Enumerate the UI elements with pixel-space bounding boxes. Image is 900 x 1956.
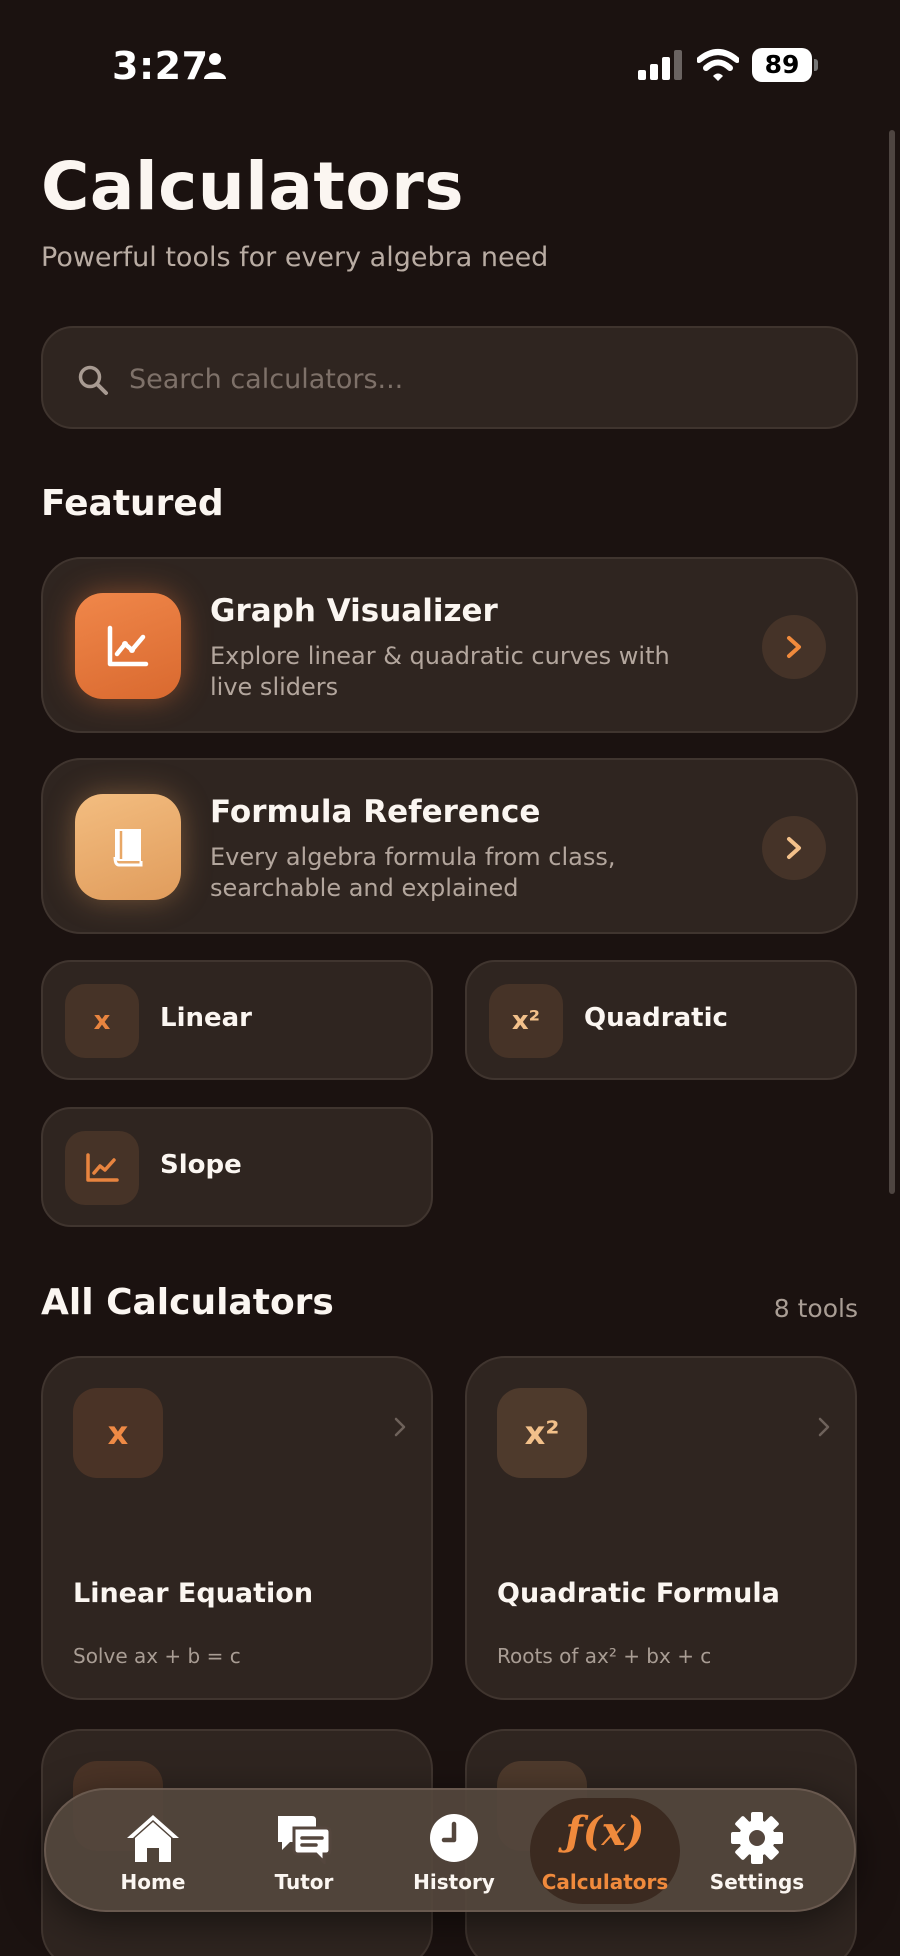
formula-reference-description: Every algebra formula from class, search… [210, 843, 616, 902]
graph-visualizer-arrow-button[interactable] [762, 615, 826, 679]
slope-icon-tile [65, 1131, 139, 1205]
chevron-right-icon [787, 837, 801, 859]
clock-icon [430, 1814, 478, 1862]
linear-equation-description: Solve ax + b = c [73, 1644, 241, 1668]
chevron-right-icon [818, 1417, 830, 1437]
status-time: 3:27 [112, 44, 209, 88]
quadratic-quick-label: Quadratic [584, 1003, 728, 1033]
chart-line-icon [107, 625, 149, 667]
tools-count: 8 tools [773, 1294, 858, 1323]
tab-calculators-label: Calculators [541, 1870, 669, 1894]
slope-quick-card[interactable]: Slope [41, 1107, 433, 1227]
linear-quick-card[interactable]: x Linear [41, 960, 433, 1080]
quadratic-x-squared-icon: x² [489, 984, 563, 1058]
graph-visualizer-card[interactable]: Graph Visualizer Explore linear & quadra… [41, 557, 858, 733]
linear-quick-label: Linear [160, 1003, 252, 1033]
gear-icon [731, 1812, 783, 1864]
linear-equation-card[interactable]: x Linear Equation Solve ax + b = c [41, 1356, 433, 1700]
formula-reference-title: Formula Reference [210, 794, 541, 830]
slope-quick-label: Slope [160, 1150, 242, 1180]
tab-settings-label: Settings [709, 1870, 805, 1894]
person-icon [204, 53, 226, 79]
linear-x-icon: x [73, 1388, 163, 1478]
battery-level: 89 [752, 48, 812, 82]
home-icon [127, 1815, 179, 1862]
quadratic-quick-card[interactable]: x² Quadratic [465, 960, 857, 1080]
wifi-icon [697, 49, 739, 81]
scrollbar[interactable] [889, 130, 895, 1194]
graph-visualizer-icon-tile [75, 593, 181, 699]
function-icon: ƒ(x) [565, 1808, 645, 1855]
tab-history-label: History [413, 1870, 495, 1894]
featured-section-title: Featured [41, 483, 224, 524]
linear-equation-title: Linear Equation [73, 1578, 314, 1609]
chevron-right-icon [787, 636, 801, 658]
tab-calculators[interactable]: ƒ(x) Calculators [530, 1798, 680, 1904]
tab-home[interactable]: Home [78, 1798, 228, 1904]
signal-icon [638, 50, 682, 80]
status-bar: 3:27 89 [0, 0, 900, 130]
formula-reference-icon-tile [75, 794, 181, 900]
search-bar[interactable] [41, 326, 858, 429]
formula-reference-card[interactable]: Formula Reference Every algebra formula … [41, 758, 858, 934]
tab-tutor[interactable]: Tutor [229, 1798, 379, 1904]
formula-reference-arrow-button[interactable] [762, 816, 826, 880]
search-input[interactable] [129, 354, 809, 404]
search-icon [78, 365, 108, 395]
chat-icon [278, 1816, 332, 1864]
quadratic-formula-description: Roots of ax² + bx + c [497, 1644, 712, 1668]
book-icon [113, 829, 143, 867]
graph-visualizer-title: Graph Visualizer [210, 593, 498, 629]
tab-bar: Home Tutor History ƒ(x) Calculators Sett… [44, 1788, 856, 1912]
page-title: Calculators [41, 148, 465, 225]
tab-home-label: Home [120, 1870, 186, 1894]
battery-icon: 89 [752, 48, 818, 82]
quadratic-formula-title: Quadratic Formula [497, 1578, 780, 1609]
chevron-right-icon [394, 1417, 406, 1437]
page-subtitle: Powerful tools for every algebra need [41, 242, 549, 273]
quadratic-formula-card[interactable]: x² Quadratic Formula Roots of ax² + bx +… [465, 1356, 857, 1700]
chart-line-icon [86, 1153, 119, 1182]
tab-history[interactable]: History [379, 1798, 529, 1904]
all-calculators-section-title: All Calculators [41, 1282, 334, 1323]
graph-visualizer-description: Explore linear & quadratic curves with l… [210, 642, 670, 701]
tab-settings[interactable]: Settings [682, 1798, 832, 1904]
quadratic-x-squared-icon: x² [497, 1388, 587, 1478]
tab-tutor-label: Tutor [274, 1870, 334, 1894]
linear-x-icon: x [65, 984, 139, 1058]
